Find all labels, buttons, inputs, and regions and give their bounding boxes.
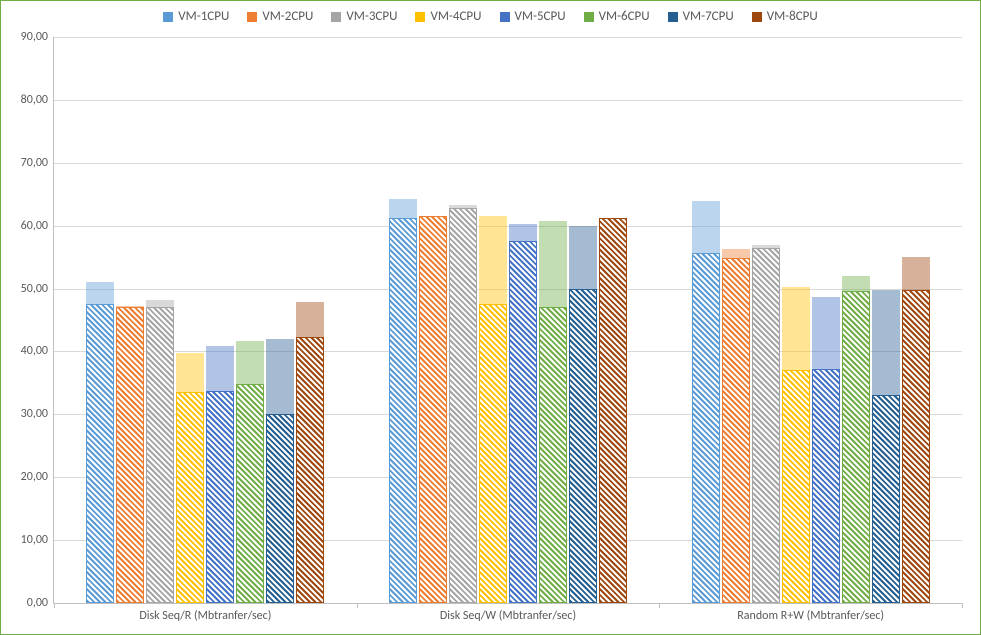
- bar-front-layer: [902, 290, 930, 603]
- bar: [206, 37, 234, 603]
- bar-front-layer: [599, 218, 627, 603]
- bar-front-layer: [842, 291, 870, 603]
- bar: [266, 37, 294, 603]
- chart-frame: VM-1CPU VM-2CPU VM-3CPU VM-4CPU VM-5CPU VM-6C…: [0, 0, 981, 635]
- legend-item: VM-4CPU: [415, 9, 481, 24]
- bar-front-layer: [872, 395, 900, 603]
- bar-front-layer: [116, 307, 144, 603]
- y-tick-label: 30,00: [21, 407, 48, 421]
- bar-front-layer: [296, 337, 324, 603]
- bar: [752, 37, 780, 603]
- bar-front-layer: [86, 304, 114, 603]
- bar-front-layer: [692, 253, 720, 603]
- legend-item: VM-5CPU: [500, 9, 566, 24]
- bar: [146, 37, 174, 603]
- y-tick-label: 20,00: [21, 470, 48, 484]
- bar-front-layer: [236, 384, 264, 603]
- bar: [692, 37, 720, 603]
- legend-item: VM-6CPU: [584, 9, 650, 24]
- legend-swatch: [584, 12, 594, 22]
- bar: [296, 37, 324, 603]
- bar: [599, 37, 627, 603]
- bar: [449, 37, 477, 603]
- bar: [872, 37, 900, 603]
- legend-item: VM-7CPU: [668, 9, 734, 24]
- legend-swatch: [500, 12, 510, 22]
- legend-item: VM-8CPU: [752, 9, 818, 24]
- bar-front-layer: [782, 370, 810, 603]
- legend-item: VM-1CPU: [163, 9, 229, 24]
- bar: [419, 37, 447, 603]
- bar: [86, 37, 114, 603]
- x-tick-label: Random R+W (Mbtranfer/sec): [659, 609, 962, 623]
- legend-label: VM-3CPU: [346, 9, 397, 24]
- legend-item: VM-2CPU: [247, 9, 313, 24]
- bar-front-layer: [389, 218, 417, 603]
- y-tick-label: 70,00: [21, 156, 48, 170]
- legend-label: VM-4CPU: [430, 9, 481, 24]
- bar-group: Random R+W (Mbtranfer/sec): [659, 37, 962, 603]
- bar-group: Disk Seq/W (Mbtranfer/sec): [357, 37, 660, 603]
- bar-front-layer: [419, 216, 447, 603]
- legend-item: VM-3CPU: [331, 9, 397, 24]
- x-tick-label: Disk Seq/R (Mbtranfer/sec): [54, 609, 357, 623]
- legend-swatch: [668, 12, 678, 22]
- legend-label: VM-2CPU: [262, 9, 313, 24]
- bar-front-layer: [206, 391, 234, 603]
- legend-label: VM-1CPU: [178, 9, 229, 24]
- bar-front-layer: [449, 208, 477, 603]
- y-tick-label: 80,00: [21, 93, 48, 107]
- x-tick-label: Disk Seq/W (Mbtranfer/sec): [357, 609, 660, 623]
- plot-area: 0,0010,0020,0030,0040,0050,0060,0070,008…: [53, 37, 962, 604]
- bar: [479, 37, 507, 603]
- legend-swatch: [415, 12, 425, 22]
- legend-label: VM-7CPU: [683, 9, 734, 24]
- bar-front-layer: [479, 304, 507, 603]
- legend-swatch: [247, 12, 257, 22]
- bar: [116, 37, 144, 603]
- bar-groups: Disk Seq/R (Mbtranfer/sec)Disk Seq/W (Mb…: [54, 37, 962, 603]
- x-tick: [962, 603, 963, 608]
- bar: [722, 37, 750, 603]
- bar-front-layer: [569, 289, 597, 603]
- y-tick-label: 10,00: [21, 533, 48, 547]
- bar: [389, 37, 417, 603]
- bar-front-layer: [539, 307, 567, 603]
- legend-swatch: [752, 12, 762, 22]
- bar-front-layer: [509, 241, 537, 603]
- bar: [539, 37, 567, 603]
- bar: [176, 37, 204, 603]
- bar-front-layer: [722, 258, 750, 603]
- bar-front-layer: [176, 392, 204, 603]
- x-tick: [357, 603, 358, 608]
- bar-front-layer: [752, 248, 780, 603]
- legend-label: VM-8CPU: [767, 9, 818, 24]
- bar-front-layer: [266, 414, 294, 603]
- bar: [902, 37, 930, 603]
- bar-front-layer: [812, 369, 840, 603]
- y-tick-label: 90,00: [21, 30, 48, 44]
- legend-swatch: [331, 12, 341, 22]
- bar-front-layer: [146, 307, 174, 603]
- y-tick-label: 0,00: [27, 596, 48, 610]
- legend-swatch: [163, 12, 173, 22]
- legend: VM-1CPU VM-2CPU VM-3CPU VM-4CPU VM-5CPU VM-6C…: [1, 9, 980, 24]
- bar: [509, 37, 537, 603]
- bar: [812, 37, 840, 603]
- x-tick: [54, 603, 55, 608]
- x-tick: [659, 603, 660, 608]
- bar: [236, 37, 264, 603]
- bar: [569, 37, 597, 603]
- legend-label: VM-5CPU: [515, 9, 566, 24]
- bar: [842, 37, 870, 603]
- bar: [782, 37, 810, 603]
- y-tick-label: 50,00: [21, 282, 48, 296]
- y-tick-label: 40,00: [21, 344, 48, 358]
- legend-label: VM-6CPU: [599, 9, 650, 24]
- y-tick-label: 60,00: [21, 219, 48, 233]
- bar-group: Disk Seq/R (Mbtranfer/sec): [54, 37, 357, 603]
